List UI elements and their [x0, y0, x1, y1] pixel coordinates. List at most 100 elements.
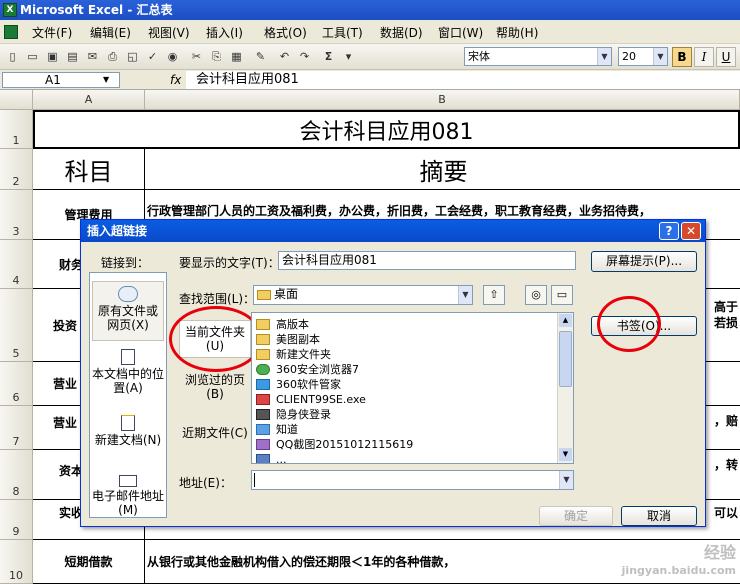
sidebar-item-email-address[interactable]: 电子邮件地址(M) — [92, 473, 164, 517]
look-in-label: 查找范围(L)： — [179, 292, 256, 306]
list-item[interactable]: 高版本 — [256, 317, 309, 332]
list-item[interactable]: CLIENT99SE.exe — [256, 392, 366, 407]
bold-button[interactable]: B — [672, 47, 692, 67]
chevron-down-icon: ▼ — [653, 48, 667, 65]
browse-web-icon[interactable]: ◎ — [525, 285, 547, 305]
row-header[interactable]: 4 — [0, 240, 33, 289]
cancel-button[interactable]: 取消 — [621, 506, 697, 526]
text-cursor — [254, 473, 255, 487]
file-list[interactable]: 高版本 美图副本 新建文件夹 360安全浏览器7 360软件管家 CLIENT9… — [251, 312, 574, 464]
permission-icon[interactable]: ▤ — [64, 48, 81, 65]
address-label: 地址(E)： — [179, 476, 232, 490]
chevron-down-icon: ▼ — [559, 471, 573, 489]
watermark: 经验 jingyan.baidu.com — [621, 543, 736, 578]
menu-insert[interactable]: 插入(I) — [206, 24, 243, 41]
ok-button[interactable]: 确定 — [539, 506, 613, 526]
new-file-icon[interactable]: ▯ — [4, 48, 21, 65]
italic-button[interactable]: I — [694, 47, 714, 67]
link-to-sidebar: 原有文件或网页(X) 本文档中的位置(A) 新建文档(N) 电子邮件地址(M) — [89, 272, 167, 518]
globe-page-icon — [118, 286, 138, 302]
workbook-icon[interactable] — [4, 25, 18, 39]
menu-data[interactable]: 数据(D) — [380, 24, 423, 41]
help-button[interactable]: ? — [659, 222, 679, 240]
formula-input[interactable]: 会计科目应用081 — [186, 71, 740, 89]
menu-format[interactable]: 格式(O) — [264, 24, 307, 41]
undo-icon[interactable]: ↶ — [276, 48, 293, 65]
browse-file-icon[interactable]: ▭ — [551, 285, 573, 305]
sort-icon[interactable]: ▾ — [340, 48, 357, 65]
column-header-a[interactable]: A — [33, 90, 145, 110]
dialog-title-bar: 插入超链接 ? ✕ — [81, 220, 705, 242]
open-folder-icon[interactable]: ▭ — [24, 48, 41, 65]
table-cell[interactable]: 科目 — [33, 149, 145, 190]
look-in-select[interactable]: 桌面 ▼ — [253, 285, 473, 305]
scroll-down-icon[interactable]: ▼ — [559, 448, 572, 461]
list-item[interactable]: 360软件管家 — [256, 377, 341, 392]
menu-help[interactable]: 帮助(H) — [496, 24, 538, 41]
scope-browsed-pages[interactable]: 浏览过的页(B) — [179, 370, 251, 404]
name-box[interactable]: A1 ▼ — [2, 72, 120, 88]
email-icon[interactable]: ✉ — [84, 48, 101, 65]
screen-tip-button[interactable]: 屏幕提示(P)... — [591, 251, 697, 272]
save-icon[interactable]: ▣ — [44, 48, 61, 65]
font-size-select[interactable]: 20 ▼ — [618, 47, 668, 66]
font-name-select[interactable]: 宋体 ▼ — [464, 47, 612, 66]
row-header[interactable]: 1 — [0, 110, 33, 149]
row-header[interactable]: 3 — [0, 190, 33, 240]
close-button[interactable]: ✕ — [681, 222, 701, 240]
menu-edit[interactable]: 编辑(E) — [90, 24, 131, 41]
list-item[interactable]: 360安全浏览器7 — [256, 362, 359, 377]
menu-tools[interactable]: 工具(T) — [322, 24, 363, 41]
list-item[interactable]: 美图副本 — [256, 332, 320, 347]
insert-hyperlink-dialog: 插入超链接 ? ✕ 链接到： 要显示的文字(T)： 会计科目应用081 屏幕提示… — [80, 219, 706, 527]
function-icon[interactable]: fx — [170, 73, 181, 87]
list-item[interactable]: QQ截图20151012115619 — [256, 437, 413, 452]
title-cell[interactable]: 会计科目应用081 — [33, 110, 740, 149]
folder-icon — [256, 319, 270, 330]
menu-view[interactable]: 视图(V) — [148, 24, 190, 41]
table-cell[interactable]: 短期借款 — [33, 540, 145, 584]
row-header[interactable]: 8 — [0, 450, 33, 500]
list-item[interactable]: 隐身侠登录 — [256, 407, 331, 422]
column-header-b[interactable]: B — [145, 90, 740, 110]
cut-icon[interactable]: ✂ — [188, 48, 205, 65]
print-preview-icon[interactable]: ◱ — [124, 48, 141, 65]
row-header[interactable]: 10 — [0, 540, 33, 584]
scrollbar-thumb[interactable] — [559, 331, 572, 387]
vertical-scrollbar[interactable]: ▲ ▼ — [557, 313, 573, 463]
chevron-down-icon: ▼ — [597, 48, 611, 65]
menu-file[interactable]: 文件(F) — [32, 24, 72, 41]
sidebar-item-new-document[interactable]: 新建文档(N) — [92, 413, 164, 459]
underline-button[interactable]: U — [716, 47, 736, 67]
display-text-label: 要显示的文字(T)： — [179, 256, 280, 270]
list-item[interactable]: 知道 — [256, 422, 298, 437]
scroll-up-icon[interactable]: ▲ — [559, 314, 572, 327]
exe-icon — [256, 394, 270, 405]
shortcut-icon — [256, 424, 270, 435]
select-all-corner[interactable] — [0, 90, 33, 110]
research-icon[interactable]: ◉ — [164, 48, 181, 65]
sidebar-item-place-in-document[interactable]: 本文档中的位置(A) — [92, 347, 164, 397]
display-text-input[interactable]: 会计科目应用081 — [278, 251, 576, 270]
list-item[interactable]: 新建文件夹 — [256, 347, 331, 362]
autosum-icon[interactable]: Σ — [320, 48, 337, 65]
print-icon[interactable]: ⎙ — [104, 48, 121, 65]
table-cell[interactable]: 摘要 — [145, 149, 740, 190]
row-header[interactable]: 9 — [0, 500, 33, 540]
scope-recent-files[interactable]: 近期文件(C) — [179, 416, 251, 450]
up-folder-icon[interactable]: ⇧ — [483, 285, 505, 305]
copy-icon[interactable]: ⎘ — [208, 48, 225, 65]
row-header[interactable]: 5 — [0, 289, 33, 362]
address-input[interactable]: ▼ — [251, 470, 574, 490]
format-painter-icon[interactable]: ✎ — [252, 48, 269, 65]
redo-icon[interactable]: ↷ — [296, 48, 313, 65]
spelling-icon[interactable]: ✓ — [144, 48, 161, 65]
menu-window[interactable]: 窗口(W) — [438, 24, 483, 41]
folder-icon — [257, 290, 271, 300]
row-header[interactable]: 6 — [0, 362, 33, 406]
list-item[interactable]: ... — [256, 452, 287, 463]
sidebar-item-existing-file[interactable]: 原有文件或网页(X) — [92, 281, 164, 341]
row-header[interactable]: 7 — [0, 406, 33, 450]
row-header[interactable]: 2 — [0, 149, 33, 190]
paste-icon[interactable]: ▦ — [228, 48, 245, 65]
